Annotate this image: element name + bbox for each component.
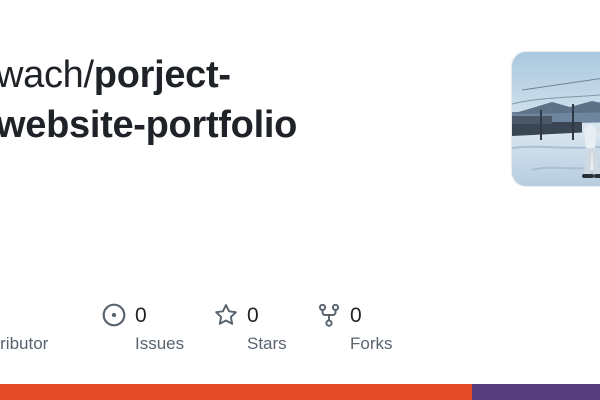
repo-forked-icon [318, 303, 340, 327]
issues-label: Issues [135, 334, 185, 353]
repo-title[interactable]: wach/porject- website-portfolio [0, 50, 476, 150]
language-bar-segment [472, 384, 600, 400]
repo-social-card: wach/porject- website-portfolio ributor … [0, 0, 600, 400]
stars-count: 0 [247, 304, 259, 327]
avatar[interactable] [512, 52, 600, 186]
repo-name-line2[interactable]: website-portfolio [0, 104, 297, 146]
repo-name-line1[interactable]: porject- [94, 54, 231, 96]
issue-opened-icon [102, 303, 126, 327]
repo-stats: contributor 0 Issues 0 Stars [0, 300, 600, 360]
issues-count: 0 [135, 304, 147, 327]
forks-count: 0 [350, 304, 362, 327]
contributors-label: contributor [0, 334, 49, 353]
stars-label: Stars [247, 334, 287, 353]
repo-separator: / [83, 54, 95, 96]
repo-owner[interactable]: wach [0, 54, 84, 96]
forks-label: Forks [350, 334, 393, 353]
language-bar-segment [0, 384, 473, 400]
language-bar [0, 384, 600, 400]
avatar-photo [512, 52, 600, 186]
star-icon [215, 304, 237, 325]
